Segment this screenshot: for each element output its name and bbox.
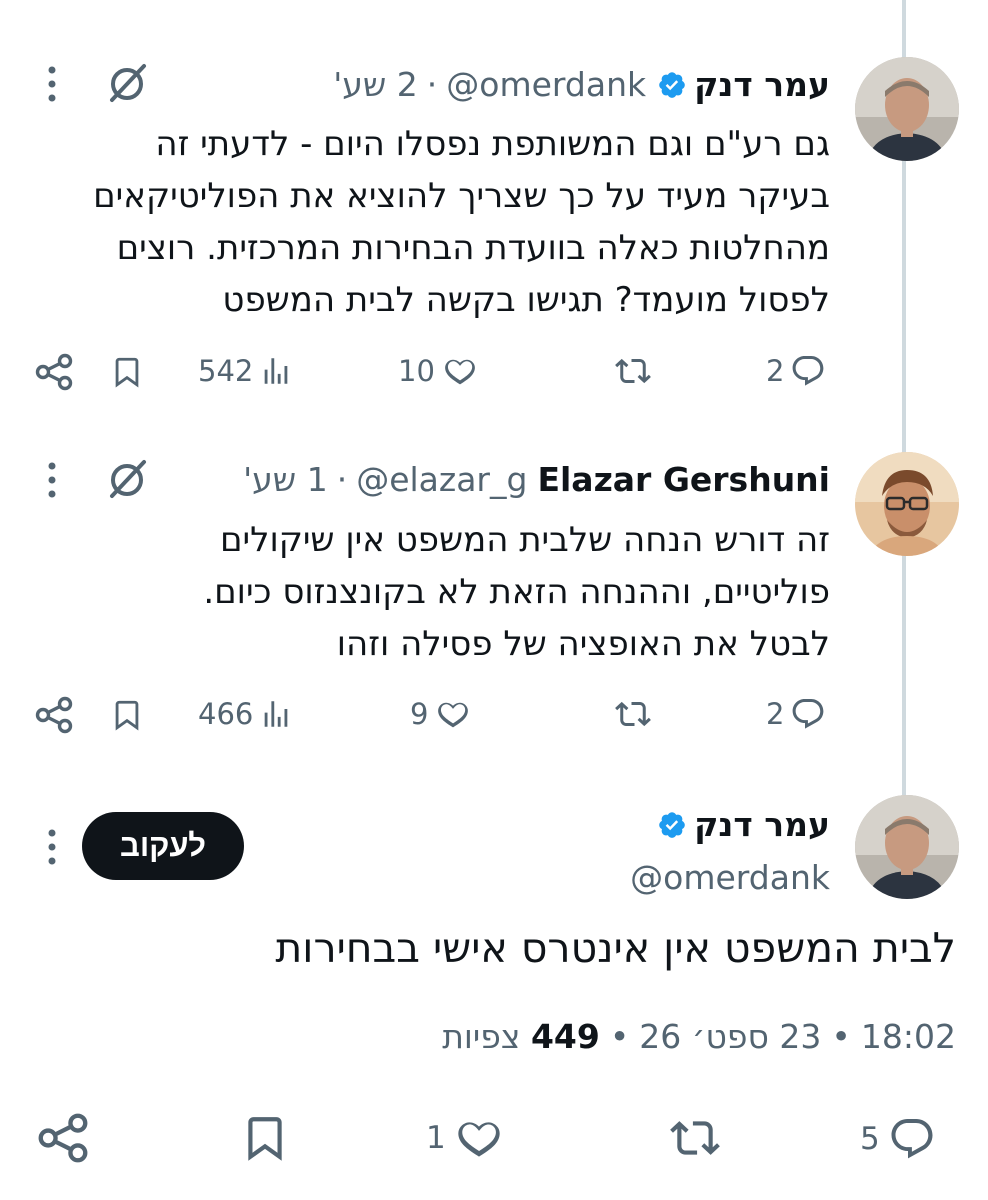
separator-dot: • [831, 1017, 851, 1056]
bookmark-icon [240, 1111, 290, 1165]
like-button[interactable]: 1 [426, 1113, 506, 1163]
share-button[interactable] [34, 353, 74, 391]
like-count: 1 [426, 1120, 446, 1156]
like-icon [441, 353, 479, 389]
tweet-time[interactable]: 18:02 [861, 1017, 956, 1056]
views-button[interactable]: 542 [198, 353, 293, 389]
timestamp[interactable]: 2 שע' [333, 65, 418, 105]
share-button[interactable] [36, 1111, 90, 1165]
tweet-text: זה דורש הנחה שלבית המשפט אין שיקולים פול… [40, 514, 830, 670]
views-count[interactable]: 449 [531, 1017, 600, 1056]
bookmark-icon [110, 696, 144, 734]
share-icon [34, 696, 74, 734]
tweet-text: גם רע"ם וגם המשותפת נפסלו היום - לדעתי ז… [40, 118, 830, 326]
avatar-elazar-g[interactable] [855, 452, 959, 556]
like-icon [452, 1113, 506, 1163]
tweet-text-line: לפסול מועמד? תגישו בקשה לבית המשפט [222, 280, 830, 320]
retweet-icon [668, 1113, 722, 1163]
reply-count: 2 [766, 697, 785, 731]
author-name[interactable]: עמר דנק [694, 805, 830, 845]
retweet-icon [614, 696, 652, 732]
retweet-button[interactable] [668, 1113, 722, 1163]
tweet-text-line: זה דורש הנחה שלבית המשפט אין שיקולים [219, 520, 830, 560]
tweet-text-line: בעיקר מעיד על כך שצריך להוציא את הפוליטי… [93, 176, 830, 216]
tweet-meta: 18:02•23 ספט׳ 26•449 צפיות [442, 1015, 956, 1059]
more-options-icon[interactable] [45, 460, 59, 500]
timestamp[interactable]: 1 שע' [243, 460, 328, 500]
retweet-button[interactable] [614, 696, 652, 732]
tweet-header: Elazar Gershuni @elazar_g · 1 שע' [243, 460, 830, 500]
author-name[interactable]: Elazar Gershuni [537, 460, 830, 500]
like-icon [434, 696, 472, 732]
verified-badge-icon [657, 810, 687, 840]
retweet-icon [614, 353, 652, 389]
views-icon [259, 696, 293, 732]
reply-icon [790, 353, 826, 389]
reply-count: 5 [860, 1121, 880, 1157]
views-count: 542 [198, 354, 254, 388]
separator-dot: · [426, 65, 438, 104]
like-button[interactable]: 10 [398, 353, 479, 389]
more-options-icon[interactable] [45, 827, 59, 867]
bookmark-button[interactable] [240, 1111, 290, 1165]
tweet-text-line: גם רע"ם וגם המשותפת נפסלו היום - לדעתי ז… [155, 124, 830, 164]
reply-button[interactable]: 2 [766, 353, 826, 389]
views-button[interactable]: 466 [198, 696, 293, 732]
author-handle[interactable]: @elazar_g [356, 460, 527, 500]
separator-dot: · [336, 460, 348, 499]
tweet-date[interactable]: 23 ספט׳ 26 [639, 1017, 821, 1056]
reply-icon [790, 696, 826, 732]
share-button[interactable] [34, 696, 74, 734]
reply-count: 2 [766, 354, 785, 388]
tweet-text-line: מהחלטות כאלה בוועדת הבחירות המרכזית. רוצ… [116, 228, 830, 268]
views-label: צפיות [442, 1017, 521, 1056]
views-icon [259, 353, 293, 389]
follow-button[interactable]: לעקוב [82, 812, 244, 880]
like-count: 10 [398, 354, 435, 388]
bookmark-icon [110, 353, 144, 391]
bookmark-button[interactable] [110, 353, 144, 391]
tweet-header: עמר דנק @omerdank · 2 שע' [333, 65, 830, 105]
like-button[interactable]: 9 [410, 696, 472, 732]
separator-dot: • [609, 1017, 630, 1056]
share-icon [34, 353, 74, 391]
reply-button[interactable]: 5 [860, 1115, 938, 1163]
like-count: 9 [410, 697, 429, 731]
grok-icon[interactable] [104, 456, 150, 502]
author-handle[interactable]: @omerdank [446, 65, 646, 105]
author-handle[interactable]: @omerdank [630, 858, 830, 897]
reply-icon [886, 1115, 938, 1163]
more-options-icon[interactable] [45, 64, 59, 104]
tweet-text-line: פוליטיים, וההנחה הזאת לא בקונצנזוס כיום. [203, 572, 830, 612]
tweet-text-line: לבטל את האופציה של פסילה וזהו [336, 624, 830, 664]
reply-button[interactable]: 2 [766, 696, 826, 732]
tweet-text: לבית המשפט אין אינטרס אישי בבחירות [275, 924, 956, 972]
views-count: 466 [198, 697, 254, 731]
verified-badge-icon [657, 70, 687, 100]
retweet-button[interactable] [614, 353, 652, 389]
avatar-omerdank[interactable] [855, 795, 959, 899]
grok-icon[interactable] [104, 60, 150, 106]
share-icon [36, 1111, 90, 1165]
avatar-omerdank[interactable] [855, 57, 959, 161]
tweet-header: עמר דנק [650, 805, 830, 845]
author-name[interactable]: עמר דנק [694, 65, 830, 105]
bookmark-button[interactable] [110, 696, 144, 734]
